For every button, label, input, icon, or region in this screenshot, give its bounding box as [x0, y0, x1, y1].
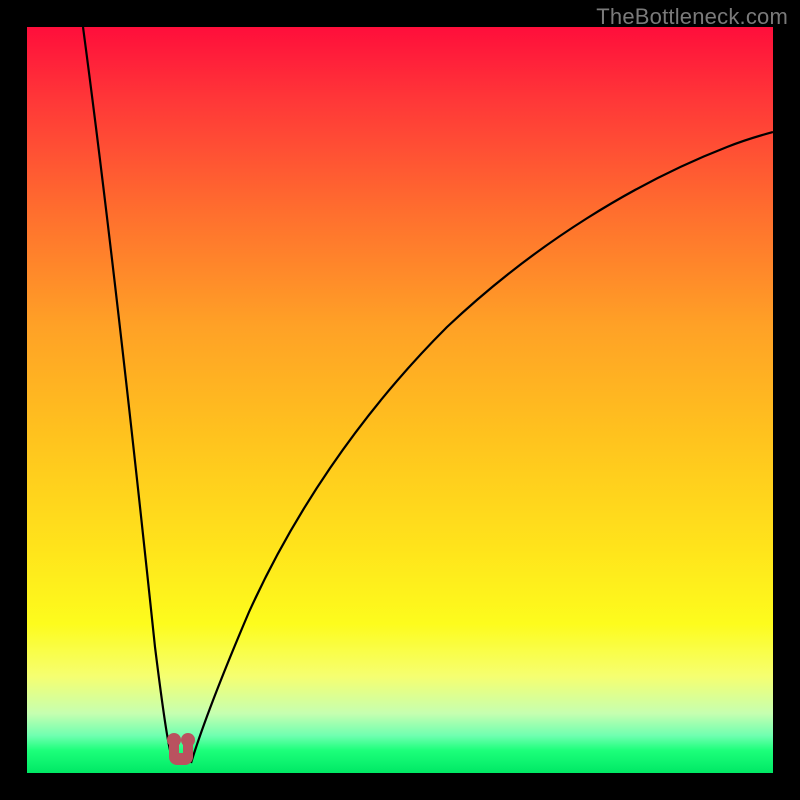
minimum-marker: [167, 733, 195, 765]
marker-base: [169, 753, 193, 765]
curve-right-branch: [191, 132, 773, 763]
watermark-text: TheBottleneck.com: [596, 4, 788, 30]
chart-plot-area: [27, 27, 773, 773]
curve-left-branch: [83, 27, 174, 763]
bottleneck-curve: [27, 27, 773, 773]
